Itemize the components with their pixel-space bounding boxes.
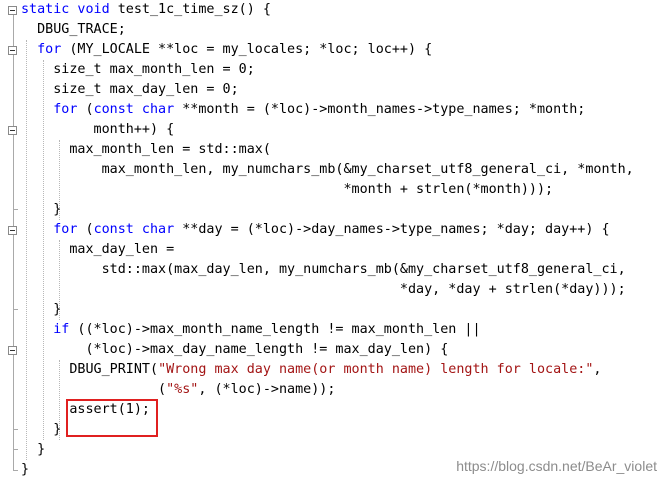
- fold-end-marker: [13, 309, 18, 310]
- fold-collapse-icon[interactable]: [8, 6, 17, 15]
- keyword-token: if: [53, 322, 70, 337]
- code-token: }: [21, 202, 62, 217]
- code-line[interactable]: }: [21, 460, 29, 480]
- code-line[interactable]: for (MY_LOCALE **loc = my_locales; *loc;…: [21, 40, 432, 60]
- code-line[interactable]: }: [21, 440, 45, 460]
- fold-collapse-icon[interactable]: [8, 346, 17, 355]
- code-token: size_t max_month_len = 0;: [21, 62, 255, 77]
- code-line[interactable]: static void test_1c_time_sz() {: [21, 0, 271, 20]
- fold-end-marker: [13, 429, 18, 430]
- code-token: ((*loc)->max_month_name_length != max_mo…: [69, 322, 481, 337]
- code-token: (: [21, 382, 167, 397]
- watermark: https://blog.csdn.net/BeAr_violet: [456, 458, 657, 474]
- code-token: ,: [593, 362, 602, 377]
- keyword-token: const char: [93, 102, 175, 117]
- code-token: DBUG_TRACE;: [21, 22, 126, 37]
- code-line[interactable]: (*loc)->max_day_name_length != max_day_l…: [21, 340, 448, 360]
- code-line[interactable]: size_t max_month_len = 0;: [21, 60, 255, 80]
- code-line[interactable]: }: [21, 200, 61, 220]
- code-line[interactable]: DBUG_TRACE;: [21, 20, 126, 40]
- fold-end-marker: [13, 209, 18, 210]
- code-token: DBUG_PRINT(: [21, 362, 159, 377]
- code-line[interactable]: ("%s", (*loc)->name));: [21, 380, 335, 400]
- keyword-token: const char: [93, 222, 175, 237]
- keyword-token: static void: [21, 2, 118, 17]
- code-token: }: [21, 422, 62, 437]
- code-token: **month = (*loc)->month_names->type_name…: [174, 102, 586, 117]
- code-editor[interactable]: static void test_1c_time_sz() { DBUG_TRA…: [0, 0, 667, 485]
- highlight-box: [66, 399, 158, 437]
- code-token: }: [21, 462, 30, 477]
- code-line[interactable]: DBUG_PRINT("Wrong max day name(or month …: [21, 360, 601, 380]
- code-token: , (*loc)->name));: [198, 382, 336, 397]
- code-line[interactable]: max_month_len, my_numchars_mb(&my_charse…: [21, 160, 634, 180]
- fold-collapse-icon[interactable]: [8, 126, 17, 135]
- string-token: "Wrong max day name(or month name) lengt…: [158, 362, 594, 377]
- fold-rail: [13, 14, 14, 471]
- code-line[interactable]: *month + strlen(*month)));: [21, 180, 553, 200]
- code-line[interactable]: }: [21, 420, 61, 440]
- fold-end-marker: [13, 470, 18, 471]
- fold-collapse-icon[interactable]: [8, 226, 17, 235]
- fold-gutter: [0, 0, 20, 485]
- code-line[interactable]: month++) {: [21, 120, 175, 140]
- fold-end-marker: [13, 449, 18, 450]
- code-token: *day, *day + strlen(*day)));: [21, 282, 626, 297]
- code-token: std::max(max_day_len, my_numchars_mb(&my…: [21, 262, 626, 277]
- code-line[interactable]: max_month_len = std::max(: [21, 140, 271, 160]
- code-line[interactable]: if ((*loc)->max_month_name_length != max…: [21, 320, 481, 340]
- code-token: max_month_len = std::max(: [21, 142, 271, 157]
- code-token: }: [21, 302, 62, 317]
- code-token: month++) {: [21, 122, 175, 137]
- code-token: (: [77, 102, 94, 117]
- string-token: "%s": [166, 382, 199, 397]
- keyword-token: for: [53, 102, 78, 117]
- code-line[interactable]: size_t max_day_len = 0;: [21, 80, 239, 100]
- code-line[interactable]: }: [21, 300, 61, 320]
- keyword-token: for: [53, 222, 78, 237]
- code-token: max_day_len =: [21, 242, 175, 257]
- keyword-token: for: [37, 42, 62, 57]
- code-token: (*loc)->max_day_name_length != max_day_l…: [21, 342, 449, 357]
- code-token: (: [77, 222, 94, 237]
- code-token: *month + strlen(*month)));: [21, 182, 554, 197]
- code-token: size_t max_day_len = 0;: [21, 82, 239, 97]
- fold-collapse-icon[interactable]: [8, 46, 17, 55]
- code-token: (MY_LOCALE **loc = my_locales; *loc; loc…: [61, 42, 433, 57]
- code-line[interactable]: for (const char **day = (*loc)->day_name…: [21, 220, 610, 240]
- code-token: }: [21, 442, 46, 457]
- code-token: test_1c_time_sz() {: [117, 2, 271, 17]
- code-line[interactable]: std::max(max_day_len, my_numchars_mb(&my…: [21, 260, 626, 280]
- code-token: **day = (*loc)->day_names->type_names; *…: [174, 222, 610, 237]
- code-line[interactable]: for (const char **month = (*loc)->month_…: [21, 100, 585, 120]
- code-line[interactable]: max_day_len =: [21, 240, 174, 260]
- code-line[interactable]: *day, *day + strlen(*day)));: [21, 280, 626, 300]
- code-token: max_month_len, my_numchars_mb(&my_charse…: [21, 162, 634, 177]
